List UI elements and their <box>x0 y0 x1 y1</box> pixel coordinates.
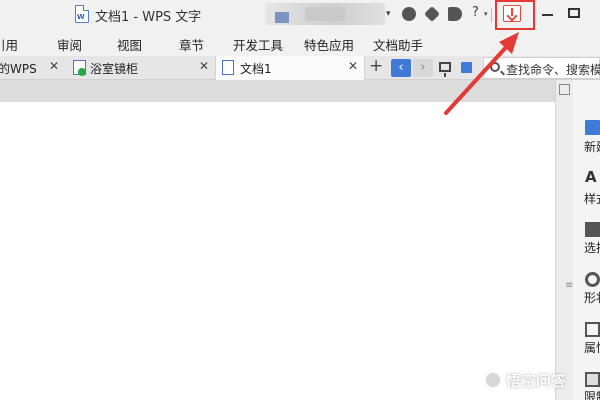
document-area <box>0 80 555 400</box>
document-page[interactable] <box>0 102 555 400</box>
doc-tab-label: 文档1 <box>240 62 272 76</box>
download-icon[interactable] <box>503 5 521 22</box>
ribbon-tab-features[interactable]: 特色应用 <box>304 35 354 54</box>
skin-icon[interactable] <box>402 7 416 21</box>
close-icon[interactable]: ✕ <box>199 59 209 73</box>
account-avatar-blurred[interactable] <box>265 3 385 25</box>
style-icon[interactable]: A <box>585 170 600 185</box>
ribbon-tab-doc-assistant[interactable]: 文档助手 <box>373 35 423 54</box>
task-panel: 新建 A 样式 选择 形状 属性 限制 <box>573 80 600 400</box>
ribbon-tabs: 引用 审阅 视图 章节 开发工具 特色应用 文档助手 <box>0 30 600 56</box>
new-icon[interactable] <box>585 120 600 135</box>
document-icon <box>222 60 234 75</box>
share-icon[interactable] <box>461 62 472 73</box>
title-bar: W 文档1 - WPS 文字 ▾ ? ▾ <box>0 0 600 30</box>
avatar-part <box>305 7 345 21</box>
ribbon-tab-view[interactable]: 视图 <box>117 35 142 54</box>
settings-icon[interactable] <box>424 6 440 22</box>
maximize-icon[interactable] <box>568 8 580 18</box>
window-title: 文档1 - WPS 文字 <box>95 10 202 25</box>
select-icon[interactable] <box>585 222 600 237</box>
document-tab-bar: 我的WPS ✕ 浴室镜柜 ✕ 文档1 ✕ + ‹ › 查找命令、搜索模板 <box>0 56 600 80</box>
task-panel-property[interactable]: 属性 <box>584 339 600 356</box>
minimize-icon[interactable] <box>542 14 553 16</box>
doc-icon-letter: W <box>77 13 85 21</box>
divider <box>491 8 492 22</box>
document-icon: W <box>75 5 89 23</box>
avatar-part <box>275 12 289 23</box>
watermark-logo-icon <box>484 371 502 389</box>
tab-scroll-back-button[interactable]: ‹ <box>391 59 411 77</box>
doc-tab-bathroom-cabinet[interactable]: 浴室镜柜 ✕ <box>67 56 215 80</box>
restrict-icon[interactable] <box>585 372 600 387</box>
ribbon-tab-references[interactable]: 引用 <box>0 35 18 54</box>
help-icon[interactable]: ? <box>472 5 479 20</box>
task-panel-new[interactable]: 新建 <box>584 138 600 155</box>
present-icon[interactable] <box>439 62 451 77</box>
ribbon-tab-review[interactable]: 审阅 <box>57 35 82 54</box>
task-panel-select[interactable]: 选择 <box>584 239 600 256</box>
tab-scroll-forward-button[interactable]: › <box>413 59 433 77</box>
doc-tab-label: 我的WPS <box>0 62 37 76</box>
shape-icon[interactable] <box>585 272 600 287</box>
watermark-text: 悟空问答 <box>506 372 567 390</box>
search-placeholder: 查找命令、搜索模板 <box>506 63 600 77</box>
task-panel-restrict[interactable]: 限制 <box>584 388 600 400</box>
task-panel-style[interactable]: 样式 <box>584 190 600 207</box>
docer-icon[interactable] <box>448 7 462 21</box>
close-icon[interactable]: ✕ <box>49 59 59 73</box>
doc-tab-document1[interactable]: 文档1 ✕ <box>215 56 365 80</box>
doc-tab-label: 浴室镜柜 <box>90 62 139 76</box>
command-search-input[interactable]: 查找命令、搜索模板 <box>483 57 600 79</box>
panel-toggle-icon[interactable] <box>559 84 570 95</box>
search-icon <box>490 62 500 72</box>
property-icon[interactable] <box>585 322 600 337</box>
chevron-down-icon[interactable]: ▾ <box>386 9 391 19</box>
ribbon-tab-section[interactable]: 章节 <box>179 35 204 54</box>
document-icon <box>73 60 86 76</box>
help-caret-icon[interactable]: ▾ <box>484 10 488 18</box>
ruler <box>0 80 555 102</box>
close-icon[interactable]: ✕ <box>348 59 358 73</box>
vertical-scrollbar[interactable]: ≡ <box>555 80 573 400</box>
task-panel-shape[interactable]: 形状 <box>584 289 600 306</box>
new-tab-button[interactable]: + <box>369 56 383 76</box>
ribbon-tab-developer[interactable]: 开发工具 <box>233 35 283 54</box>
doc-tab-my-wps[interactable]: 我的WPS ✕ <box>0 56 66 80</box>
